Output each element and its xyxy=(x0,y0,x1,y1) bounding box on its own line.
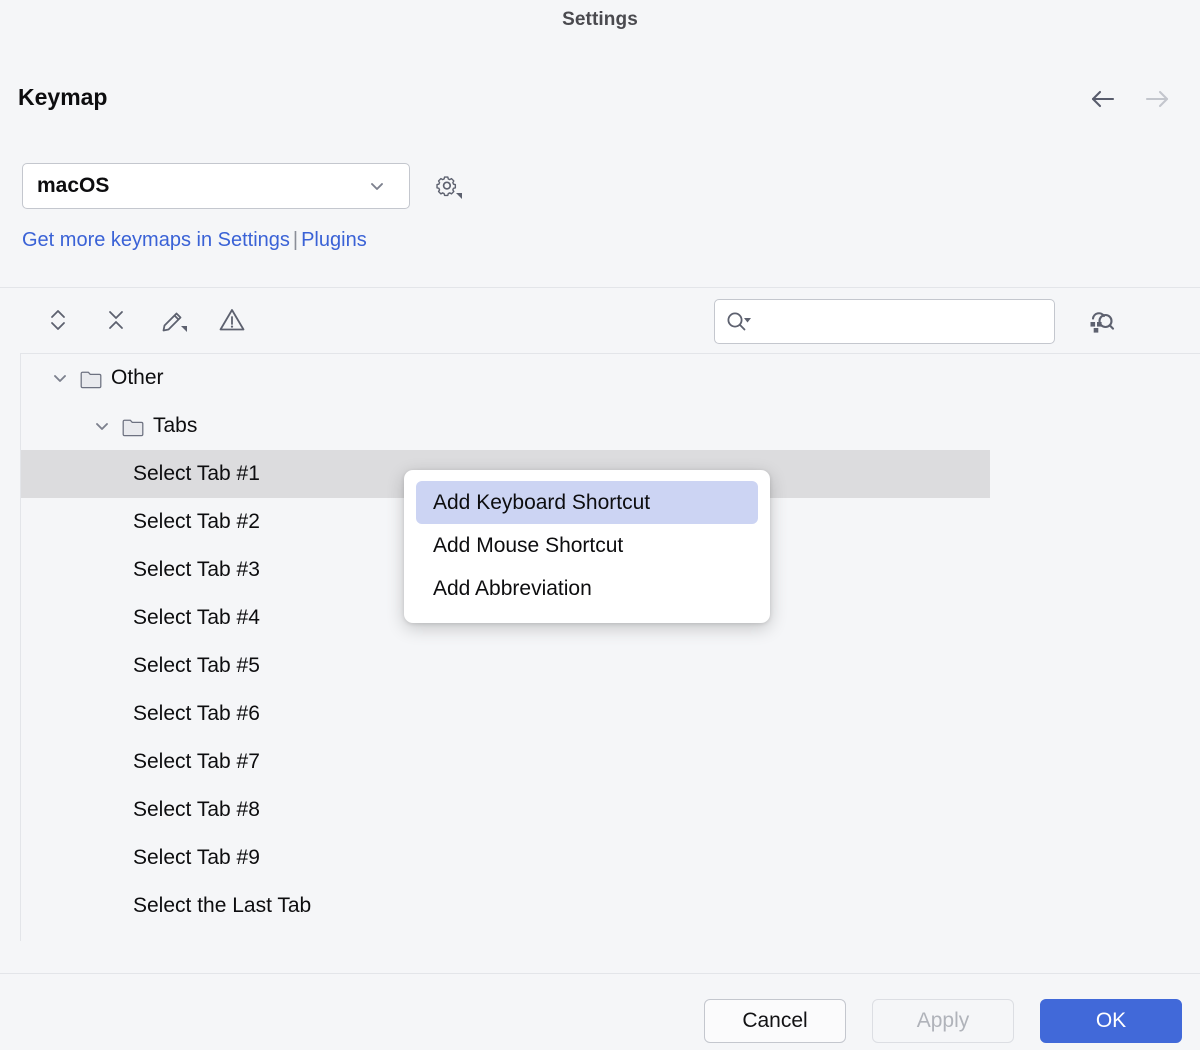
tree-item-label: Select Tab #4 xyxy=(133,606,260,630)
folder-icon xyxy=(121,417,143,436)
get-more-keymaps-link[interactable]: Get more keymaps in Settings|Plugins xyxy=(22,229,367,252)
link-separator: | xyxy=(290,229,301,251)
keymap-selected-value: macOS xyxy=(37,174,367,198)
plugins-link-text[interactable]: Plugins xyxy=(301,229,367,251)
context-menu-items: Add Keyboard Shortcut Add Mouse Shortcut A… xyxy=(404,481,770,610)
tree-item-label: Tabs xyxy=(153,414,197,438)
context-menu-item-label: Add Mouse Shortcut xyxy=(433,534,623,558)
button-label: Cancel xyxy=(742,1009,807,1033)
tree-item-label: Select Tab #5 xyxy=(133,654,260,678)
search-input[interactable] xyxy=(753,300,1044,343)
tree-item-label: Select Tab #9 xyxy=(133,846,260,870)
chevron-down-icon[interactable] xyxy=(49,367,71,389)
tree-item-label: Select the Last Tab xyxy=(133,894,311,918)
tree-item-label: Select Tab #3 xyxy=(133,558,260,582)
tree-item-label: Other xyxy=(111,366,164,390)
tree-body: Other Tabs Select Tab #1 Select Tab #2 Selec… xyxy=(21,354,1200,930)
context-menu-item-label: Add Keyboard Shortcut xyxy=(433,491,650,515)
dialog-title: Settings xyxy=(0,9,1200,31)
chevron-down-icon[interactable] xyxy=(91,415,113,437)
keymap-tree[interactable]: Other Tabs Select Tab #1 Select Tab #2 Selec… xyxy=(20,353,1200,941)
tree-item-label: Select Tab #8 xyxy=(133,798,260,822)
navigation-arrows xyxy=(1088,84,1172,114)
tree-item-label: Select Tab #6 xyxy=(133,702,260,726)
tree-row[interactable]: Other xyxy=(21,354,990,402)
shortcut-context-menu[interactable]: Add Keyboard Shortcut Add Mouse Shortcut A… xyxy=(404,470,770,623)
tree-row[interactable]: Select Tab #5 xyxy=(21,642,990,690)
footer-button-group: Cancel Apply OK xyxy=(704,999,1182,1043)
edit-shortcut-icon[interactable] xyxy=(154,300,194,340)
tree-item-label: Select Tab #1 xyxy=(133,462,260,486)
folder-icon xyxy=(79,369,101,388)
context-menu-item[interactable]: Add Keyboard Shortcut xyxy=(416,481,758,524)
dialog-footer: Cancel Apply OK xyxy=(0,974,1200,1050)
keymap-combobox[interactable]: macOS xyxy=(22,163,410,209)
tree-row[interactable]: Select Tab #7 xyxy=(21,738,990,786)
settings-dialog: Settings Keymap macOS xyxy=(0,0,1200,1050)
page-title: Keymap xyxy=(18,84,107,111)
context-menu-item-label: Add Abbreviation xyxy=(433,577,592,601)
context-menu-item[interactable]: Add Mouse Shortcut xyxy=(416,524,758,567)
ok-button[interactable]: OK xyxy=(1040,999,1182,1043)
tree-row[interactable]: Select Tab #6 xyxy=(21,690,990,738)
tree-row[interactable]: Select Tab #8 xyxy=(21,786,990,834)
toolbar-icon-group xyxy=(38,300,252,340)
collapse-all-icon[interactable] xyxy=(96,300,136,340)
arrow-right-icon xyxy=(1142,84,1172,114)
context-menu-item[interactable]: Add Abbreviation xyxy=(416,567,758,610)
expand-collapse-icon[interactable] xyxy=(38,300,78,340)
conflicts-warning-icon[interactable] xyxy=(212,300,252,340)
settings-link-text[interactable]: Get more keymaps in Settings xyxy=(22,229,290,251)
cancel-button[interactable]: Cancel xyxy=(704,999,846,1043)
apply-button: Apply xyxy=(872,999,1014,1043)
find-by-shortcut-icon[interactable] xyxy=(1080,302,1120,342)
button-label: Apply xyxy=(917,1009,970,1033)
search-icon[interactable] xyxy=(725,310,753,334)
tree-row[interactable]: Tabs xyxy=(21,402,990,450)
shortcut-search-field[interactable] xyxy=(714,299,1055,344)
tree-row[interactable]: Select the Last Tab xyxy=(21,882,990,930)
chevron-down-icon xyxy=(367,176,387,196)
tree-item-label: Select Tab #2 xyxy=(133,510,260,534)
tree-item-label: Select Tab #7 xyxy=(133,750,260,774)
gear-icon xyxy=(432,171,462,201)
keymap-gear-button[interactable] xyxy=(430,169,464,203)
button-label: OK xyxy=(1096,1009,1126,1033)
arrow-left-icon[interactable] xyxy=(1088,84,1118,114)
tree-row[interactable]: Select Tab #9 xyxy=(21,834,990,882)
keymap-selector-row: macOS xyxy=(22,163,464,209)
